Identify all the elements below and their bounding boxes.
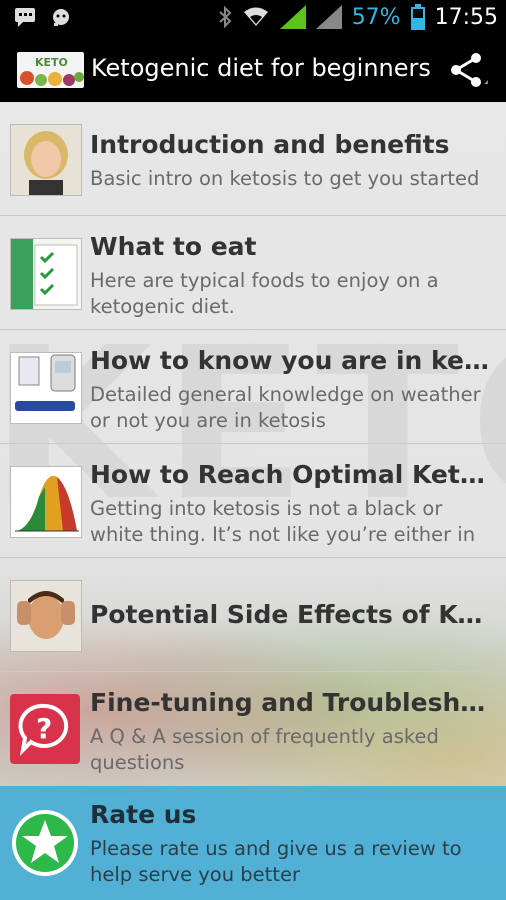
list-item-troubleshooting[interactable]: ? Fine-tuning and Troubleshooti… A Q & A… [0, 672, 506, 786]
bluetooth-icon [219, 5, 232, 29]
app-logo[interactable]: KETO [17, 52, 84, 88]
signal-icon-2 [315, 5, 342, 29]
list-item-optimal-ketosis[interactable]: How to Reach Optimal Ketosis Getting int… [0, 444, 506, 558]
action-bar: KETO Ketogenic diet for beginners [0, 36, 506, 102]
app-title: Ketogenic diet for beginners [91, 54, 431, 82]
rate-title: Rate us [90, 800, 197, 829]
clock: 17:55 [434, 4, 498, 30]
status-bar: 57% 17:55 [0, 0, 506, 36]
question-bubble-thumbnail: ? [10, 694, 80, 764]
list-item-introduction[interactable]: Introduction and benefits Basic intro on… [0, 102, 506, 216]
item-title: How to Reach Optimal Ketosis [90, 460, 495, 489]
item-title: Fine-tuning and Troubleshooti… [90, 688, 495, 717]
item-title: Potential Side Effects of Keto… [90, 600, 495, 629]
item-title: How to know you are in ketosis [90, 346, 495, 375]
signal-icon-1 [279, 5, 306, 29]
glucose-meter-thumbnail [10, 352, 82, 424]
battery-icon [410, 4, 425, 30]
battery-percentage: 57% [351, 4, 401, 30]
chat-notification-icon [15, 8, 35, 27]
rate-us-item[interactable]: Rate us Please rate us and give us a rev… [0, 786, 506, 900]
checklist-thumbnail [10, 238, 82, 310]
share-icon[interactable] [448, 50, 488, 90]
item-subtitle: Basic intro on ketosis to get you starte… [90, 167, 480, 190]
list-item-know-ketosis[interactable]: How to know you are in ketosis Detailed … [0, 330, 506, 444]
menu-list: KETO Introduction and benefits Basic int… [0, 102, 506, 900]
android-notification-icon [53, 9, 69, 26]
item-subtitle: Detailed general knowledge on weather or… [90, 383, 481, 432]
list-item-side-effects[interactable]: Potential Side Effects of Keto… [0, 558, 506, 672]
svg-text:?: ? [36, 712, 52, 745]
item-subtitle: A Q & A session of frequently asked ques… [90, 725, 439, 774]
rate-subtitle: Please rate us and give us a review to h… [90, 837, 462, 886]
item-title: Introduction and benefits [90, 130, 450, 159]
item-subtitle: Getting into ketosis is not a black or w… [90, 497, 476, 546]
item-title: What to eat [90, 232, 257, 261]
item-subtitle: Here are typical foods to enjoy on a ket… [90, 269, 439, 318]
svg-text:KETO: KETO [35, 56, 68, 69]
ketosis-chart-thumbnail [10, 466, 82, 538]
wifi-icon [243, 7, 268, 26]
star-icon [12, 810, 78, 876]
headache-man-thumbnail [10, 580, 82, 652]
woman-portrait-thumbnail [10, 124, 82, 196]
list-item-what-to-eat[interactable]: What to eat Here are typical foods to en… [0, 216, 506, 330]
